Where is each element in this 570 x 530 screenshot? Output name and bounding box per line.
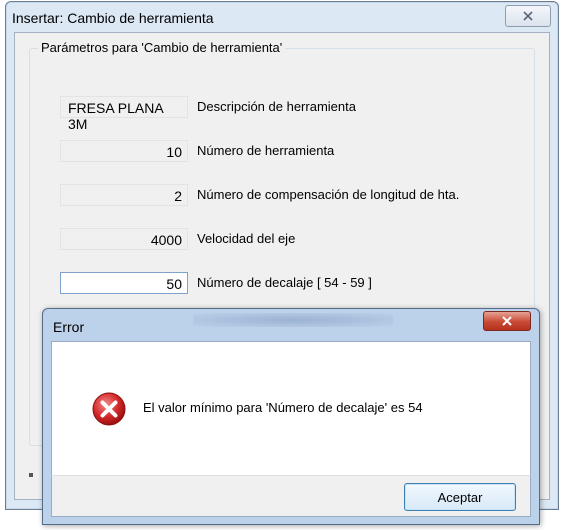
error-message-area: El valor mínimo para 'Número de decalaje… — [51, 341, 531, 476]
offset-number-field[interactable]: 50 — [60, 272, 188, 294]
tool-number-label: Número de herramienta — [197, 143, 335, 158]
window-close-button[interactable] — [505, 5, 551, 27]
close-icon — [523, 11, 533, 21]
error-icon — [92, 392, 126, 426]
length-offset-field[interactable]: 2 — [60, 184, 188, 206]
tool-number-field[interactable]: 10 — [60, 140, 188, 162]
error-dialog: Error El valor mínimo para 'Número de de… — [42, 308, 540, 525]
window-title: Insertar: Cambio de herramienta — [12, 10, 214, 26]
accept-button[interactable]: Aceptar — [404, 483, 516, 511]
partial-control — [29, 473, 33, 477]
error-button-bar: Aceptar — [51, 475, 531, 517]
offset-number-label: Número de decalaje [ 54 - 59 ] — [197, 275, 372, 290]
spindle-speed-field[interactable]: 4000 — [60, 228, 188, 250]
error-message: El valor mínimo para 'Número de decalaje… — [143, 400, 423, 415]
error-close-button[interactable] — [483, 311, 531, 331]
spindle-speed-label: Velocidad del eje — [197, 231, 296, 246]
tool-description-field[interactable]: FRESA PLANA 3M — [60, 96, 188, 132]
tool-description-label: Descripción de herramienta — [197, 99, 356, 114]
close-icon — [502, 316, 512, 326]
error-dialog-title: Error — [53, 319, 85, 335]
length-offset-label: Número de compensación de longitud de ht… — [197, 187, 460, 202]
title-glow — [193, 313, 393, 327]
group-label: Parámetros para 'Cambio de herramienta' — [38, 40, 286, 55]
